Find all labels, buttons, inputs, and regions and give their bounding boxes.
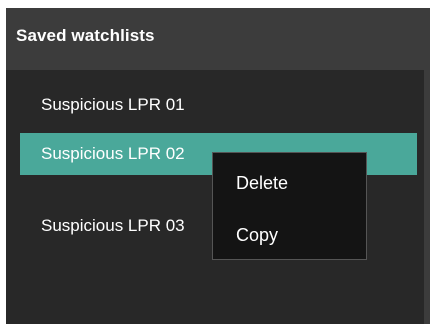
copy-menu-item[interactable]: Copy <box>213 215 366 255</box>
delete-menu-item[interactable]: Delete <box>213 163 366 203</box>
context-menu: Delete Copy <box>212 152 367 260</box>
panel-title: Saved watchlists <box>16 26 155 45</box>
watchlist-item[interactable]: Suspicious LPR 01 <box>20 84 417 126</box>
